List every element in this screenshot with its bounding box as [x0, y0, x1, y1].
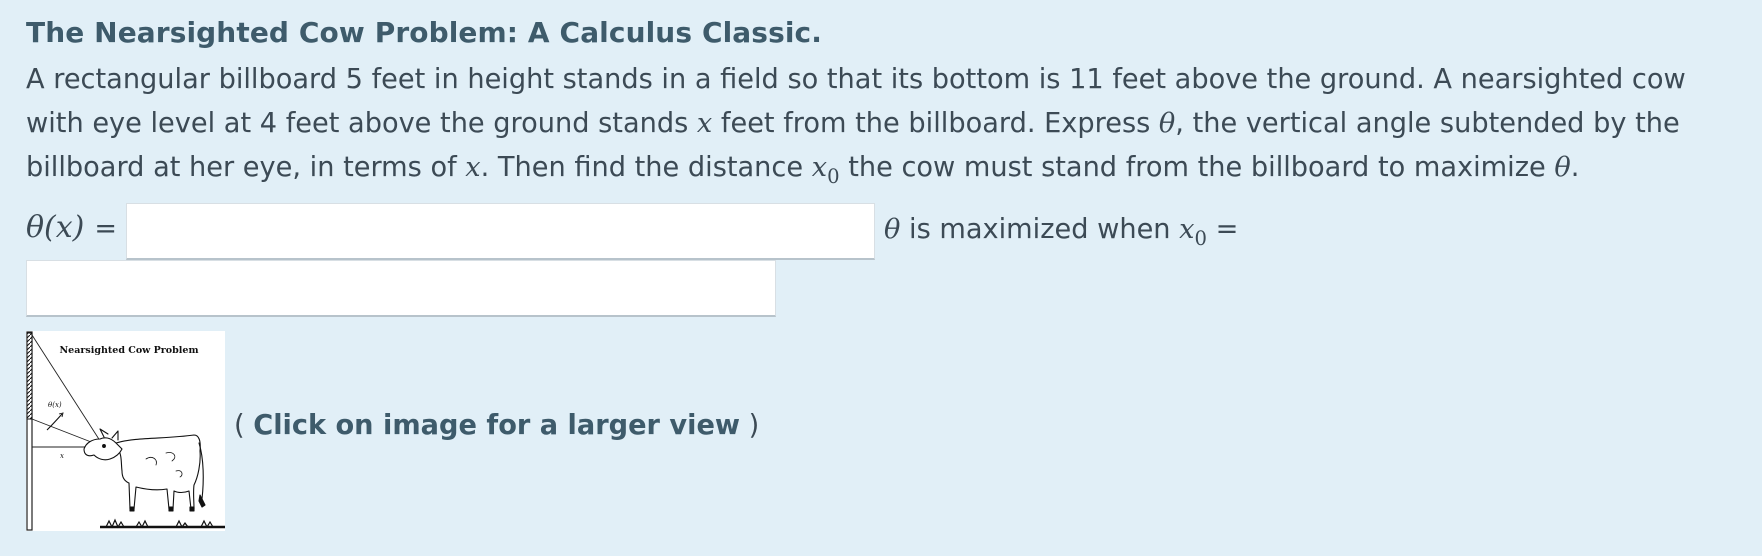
variable-x: x — [465, 152, 481, 183]
theta-of-x-label: θ(x) = — [26, 210, 117, 245]
maximized-when-text: is maximized when — [900, 214, 1180, 245]
problem-text-2: feet from the billboard. Express — [712, 108, 1159, 139]
equals-sign: = — [94, 213, 118, 244]
cow-eye — [102, 444, 106, 448]
theta-symbol: θ — [884, 214, 901, 245]
angle-label: θ(x) — [48, 401, 62, 409]
cow-ear — [111, 430, 119, 441]
hint-open-paren: ( — [234, 410, 254, 441]
distance-label: x — [60, 452, 64, 460]
cow-hoof — [189, 506, 195, 512]
cow-hoof — [168, 506, 174, 512]
x0-answer-input[interactable] — [26, 260, 776, 317]
problem-statement: A rectangular billboard 5 feet in height… — [26, 58, 1746, 199]
maximized-when-label: θ is maximized when x0 = — [884, 214, 1238, 250]
diagram-caption: Nearsighted Cow Problem — [60, 345, 199, 356]
problem-text-6: . — [1570, 152, 1580, 183]
theta-answer-input[interactable] — [126, 203, 875, 260]
hint-close-paren: ) — [740, 410, 760, 441]
cow-diagram-image-link[interactable]: Nearsighted Cow Problem θ(x) x — [26, 331, 225, 531]
variable-x0: x0 — [811, 152, 840, 188]
problem-page: The Nearsighted Cow Problem: A Calculus … — [0, 0, 1762, 556]
problem-text-5: the cow must stand from the billboard to… — [839, 152, 1555, 183]
cow-body — [115, 434, 201, 510]
larger-view-hint: ( Click on image for a larger view ) — [234, 410, 759, 441]
x0-symbol: x0 — [1179, 214, 1207, 250]
hint-bold-text: Click on image for a larger view — [253, 410, 740, 441]
variable-x: x — [696, 108, 713, 139]
maximized-equals-sign: = — [1206, 214, 1239, 245]
problem-text-4: . Then find the distance — [480, 152, 812, 183]
problem-title: The Nearsighted Cow Problem: A Calculus … — [26, 16, 822, 49]
variable-x0-base: x — [811, 152, 828, 183]
variable-theta: θ — [1158, 108, 1176, 139]
cow-hoof — [129, 506, 135, 512]
variable-theta: θ — [1554, 152, 1571, 183]
cow-ear — [99, 428, 109, 438]
nearsighted-cow-diagram: Nearsighted Cow Problem θ(x) x — [26, 331, 225, 531]
variable-x0-subscript: 0 — [827, 164, 840, 188]
theta-of-x-expression: θ(x) — [26, 210, 85, 245]
billboard — [26, 332, 33, 420]
x0-symbol-base: x — [1179, 214, 1195, 245]
x0-symbol-subscript: 0 — [1194, 226, 1207, 250]
cow-drawing — [83, 428, 206, 512]
